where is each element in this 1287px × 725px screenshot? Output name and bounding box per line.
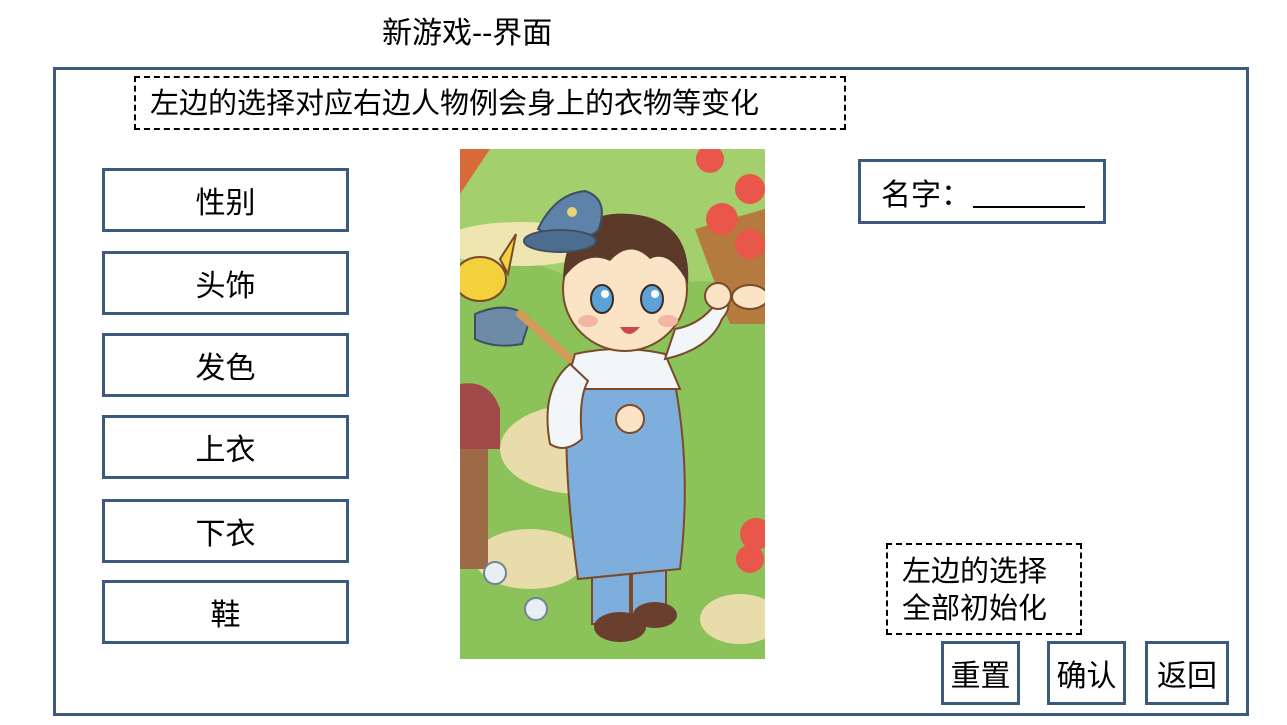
back-button[interactable]: 返回 — [1145, 641, 1229, 705]
reset-button[interactable]: 重置 — [941, 641, 1020, 705]
character-illustration-icon — [460, 149, 765, 659]
option-bottom-button[interactable]: 下衣 — [102, 499, 349, 563]
option-hair-color-button[interactable]: 发色 — [102, 333, 349, 397]
selection-hint-note: 左边的选择对应右边人物例会身上的衣物等变化 — [134, 76, 846, 130]
name-input[interactable] — [973, 175, 1085, 208]
option-top-button[interactable]: 上衣 — [102, 415, 349, 479]
name-field: 名字： — [858, 159, 1106, 224]
name-label: 名字： — [881, 177, 971, 213]
character-preview — [460, 149, 765, 659]
confirm-button[interactable]: 确认 — [1047, 641, 1126, 705]
option-headwear-button[interactable]: 头饰 — [102, 251, 349, 315]
page-title: 新游戏--界面 — [382, 16, 553, 51]
option-gender-button[interactable]: 性别 — [102, 168, 349, 232]
reset-hint-note: 左边的选择 全部初始化 — [886, 543, 1082, 635]
option-shoes-button[interactable]: 鞋 — [102, 580, 349, 644]
reset-hint-line1: 左边的选择 — [902, 554, 1048, 588]
reset-hint-line2: 全部初始化 — [902, 591, 1048, 625]
